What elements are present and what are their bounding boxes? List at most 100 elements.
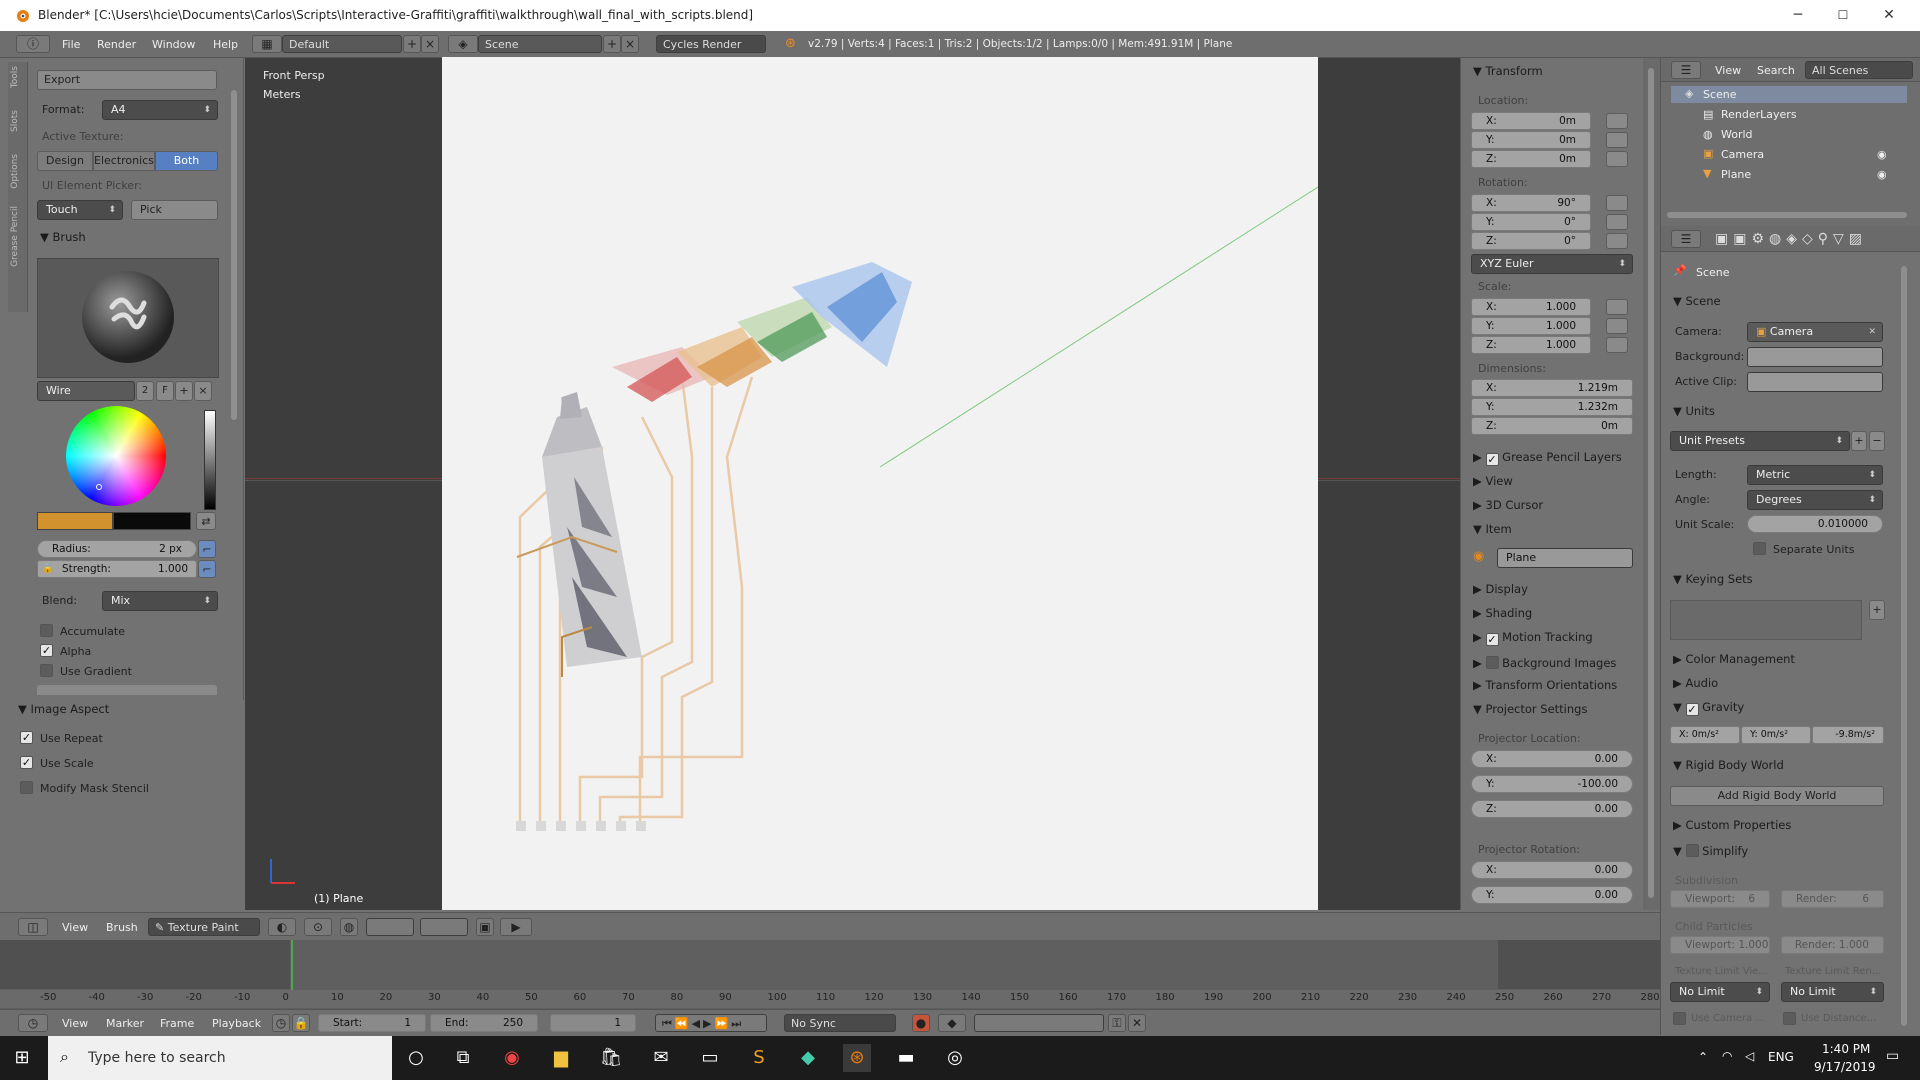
preset-remove-icon[interactable]: − [1869,431,1885,451]
lock-icon[interactable] [1606,214,1628,230]
outliner-search-menu[interactable]: Search [1757,64,1795,77]
scale-z-field[interactable]: Z: 1.000 [1471,336,1591,354]
tab-tools[interactable]: Tools [10,66,26,88]
simplify-render-field[interactable]: Render: 6 [1781,890,1884,908]
units-panel-header[interactable]: ▼ Units [1673,404,1715,418]
viewport-editor-icon[interactable]: ◫ [18,918,48,936]
clock-time[interactable]: 1:40 PM [1822,1042,1870,1056]
add-rigid-body-button[interactable]: Add Rigid Body World [1670,786,1884,806]
color-management-header[interactable]: ▶ Color Management [1673,652,1795,666]
export-button[interactable]: Export [37,70,217,90]
scene-selector[interactable]: Scene [478,35,602,53]
scale-y-field[interactable]: Y: 1.000 [1471,317,1591,335]
playback-controls[interactable]: ⏮⏪◀▶⏩⏭ [655,1014,767,1032]
outliner-row-camera[interactable]: ▣ Camera ◉ [1671,146,1907,163]
projector-loc-z-field[interactable]: Z: 0.00 [1471,800,1633,818]
pick-button[interactable]: Pick [131,200,218,220]
maximize-button[interactable]: ☐ [1823,4,1863,26]
viewport-shading-icon[interactable]: ◐ [268,918,296,936]
use-distance-checkbox[interactable] [1783,1012,1796,1025]
obs-icon[interactable]: ◎ [941,1044,969,1072]
keying-add-icon[interactable]: + [1869,600,1885,620]
brush-name-field[interactable]: Wire [37,381,135,401]
rotation-x-field[interactable]: X: 90° [1471,194,1591,212]
lock-icon[interactable] [1606,337,1628,353]
mode-selector[interactable]: ✎ Texture Paint [148,918,260,936]
outliner-scrollbar[interactable] [1667,212,1907,218]
tray-chevron-icon[interactable]: ⌃ [1698,1050,1708,1064]
image-aspect-header[interactable]: ▼ Image Aspect [18,702,109,716]
item-header[interactable]: ▼ Item [1473,522,1512,536]
scene-panel-header[interactable]: ▼ Scene [1673,294,1721,308]
preset-add-icon[interactable]: + [1851,431,1867,451]
shading-header[interactable]: ▶ Shading [1473,606,1532,620]
sync-select[interactable]: No Sync [784,1014,896,1032]
render-engine-selector[interactable]: Cycles Render [656,35,766,53]
electronics-button[interactable]: Electronics [93,151,155,171]
sublime-icon[interactable]: S [745,1044,773,1072]
timeline-marker-menu[interactable]: Marker [106,1017,144,1030]
context-tabs-icons[interactable]: ▣▣⚙◍◈◇⚲▽▨ [1715,231,1867,247]
end-frame-field[interactable]: End: 250 [430,1014,538,1032]
timeline-playback-menu[interactable]: Playback [212,1017,261,1030]
location-y-field[interactable]: Y: 0m [1471,131,1591,149]
item-name-field[interactable]: Plane [1497,548,1633,568]
swap-colors-icon[interactable]: ⇄ [196,512,216,530]
use-repeat-checkbox[interactable]: ✓ [20,731,33,744]
projector-settings-header[interactable]: ▼ Projector Settings [1473,702,1587,716]
child-viewport-field[interactable]: Viewport: 1.000 [1670,936,1770,954]
preview-range-icon[interactable]: ◷ [272,1014,290,1032]
outliner-editor-icon[interactable]: ☰ [1671,61,1701,79]
tool-shelf-scrollbar[interactable] [231,90,237,420]
format-select[interactable]: A4 ⬍ [102,100,218,120]
simplify-header[interactable]: ▼ Simplify [1673,842,1748,858]
mask-icon[interactable]: ◍ [340,918,358,936]
terminal-icon[interactable]: ▭ [696,1044,724,1072]
blender-taskbar-icon[interactable]: ⊛ [843,1044,871,1072]
menu-window[interactable]: Window [152,38,195,51]
minimize-button[interactable]: ─ [1778,4,1818,26]
screen-layout-icon[interactable]: ▦ [252,35,282,53]
layout-remove-button[interactable]: × [421,35,439,53]
properties-editor-icon[interactable]: ☰ [1671,230,1701,248]
language-indicator[interactable]: ENG [1768,1050,1794,1064]
close-icon[interactable]: ✕ [1868,323,1876,341]
pin-icon[interactable]: 📌 [1673,264,1687,277]
active-clip-field[interactable] [1747,372,1883,392]
menu-help[interactable]: Help [213,38,238,51]
dimensions-x-field[interactable]: X: 1.219m [1471,379,1633,397]
color-wheel-cursor[interactable] [96,484,102,490]
close-button[interactable]: ✕ [1869,4,1909,26]
display-header[interactable]: ▶ Display [1473,582,1528,596]
file-explorer-icon[interactable]: ▆ [547,1044,575,1072]
gravity-header[interactable]: ▼ ✓ Gravity [1673,700,1744,716]
current-frame-indicator[interactable] [291,940,293,996]
primary-color-swatch[interactable] [37,512,113,530]
both-button[interactable]: Both [155,151,218,171]
angle-select[interactable]: Degrees ⬍ [1747,490,1883,510]
clock-date[interactable]: 9/17/2019 [1814,1060,1876,1074]
store-icon[interactable]: 🛍 [597,1044,625,1072]
current-frame-field[interactable]: 1 [550,1014,636,1032]
gravity-x-field[interactable]: X: 0m/s² [1670,726,1740,744]
transform-orientations-header[interactable]: ▶ Transform Orientations [1473,678,1617,692]
menu-file[interactable]: File [62,38,80,51]
render-preview-icon[interactable]: ▣ [476,918,494,936]
use-scale-checkbox[interactable]: ✓ [20,756,33,769]
brush-add-icon[interactable]: + [175,381,193,401]
dimensions-y-field[interactable]: Y: 1.232m [1471,398,1633,416]
tab-grease-pencil[interactable]: Grease Pencil [10,206,26,267]
timeline-editor-icon[interactable]: ◷ [18,1014,48,1032]
brush-fake-user-button[interactable]: F [156,381,174,401]
rotation-mode-select[interactable]: XYZ Euler ⬍ [1471,254,1633,274]
unit-scale-field[interactable]: 0.010000 [1747,515,1883,533]
keying-sets-header[interactable]: ▼ Keying Sets [1673,572,1753,586]
chrome-icon[interactable]: ◉ [498,1044,526,1072]
visibility-eye-icon[interactable]: ◉ [1877,168,1887,181]
insert-keyframe-icon[interactable]: ⚿ [1108,1014,1126,1032]
editor-type-icon[interactable]: ⓘ [16,35,50,53]
brush-users-count[interactable]: 2 [136,381,154,401]
outliner-row-scene[interactable]: Scene ◈ [1671,86,1907,103]
delete-keyframe-icon[interactable]: ✕ [1128,1014,1146,1032]
outliner-row-renderlayers[interactable]: ▤ RenderLayers [1671,106,1907,123]
